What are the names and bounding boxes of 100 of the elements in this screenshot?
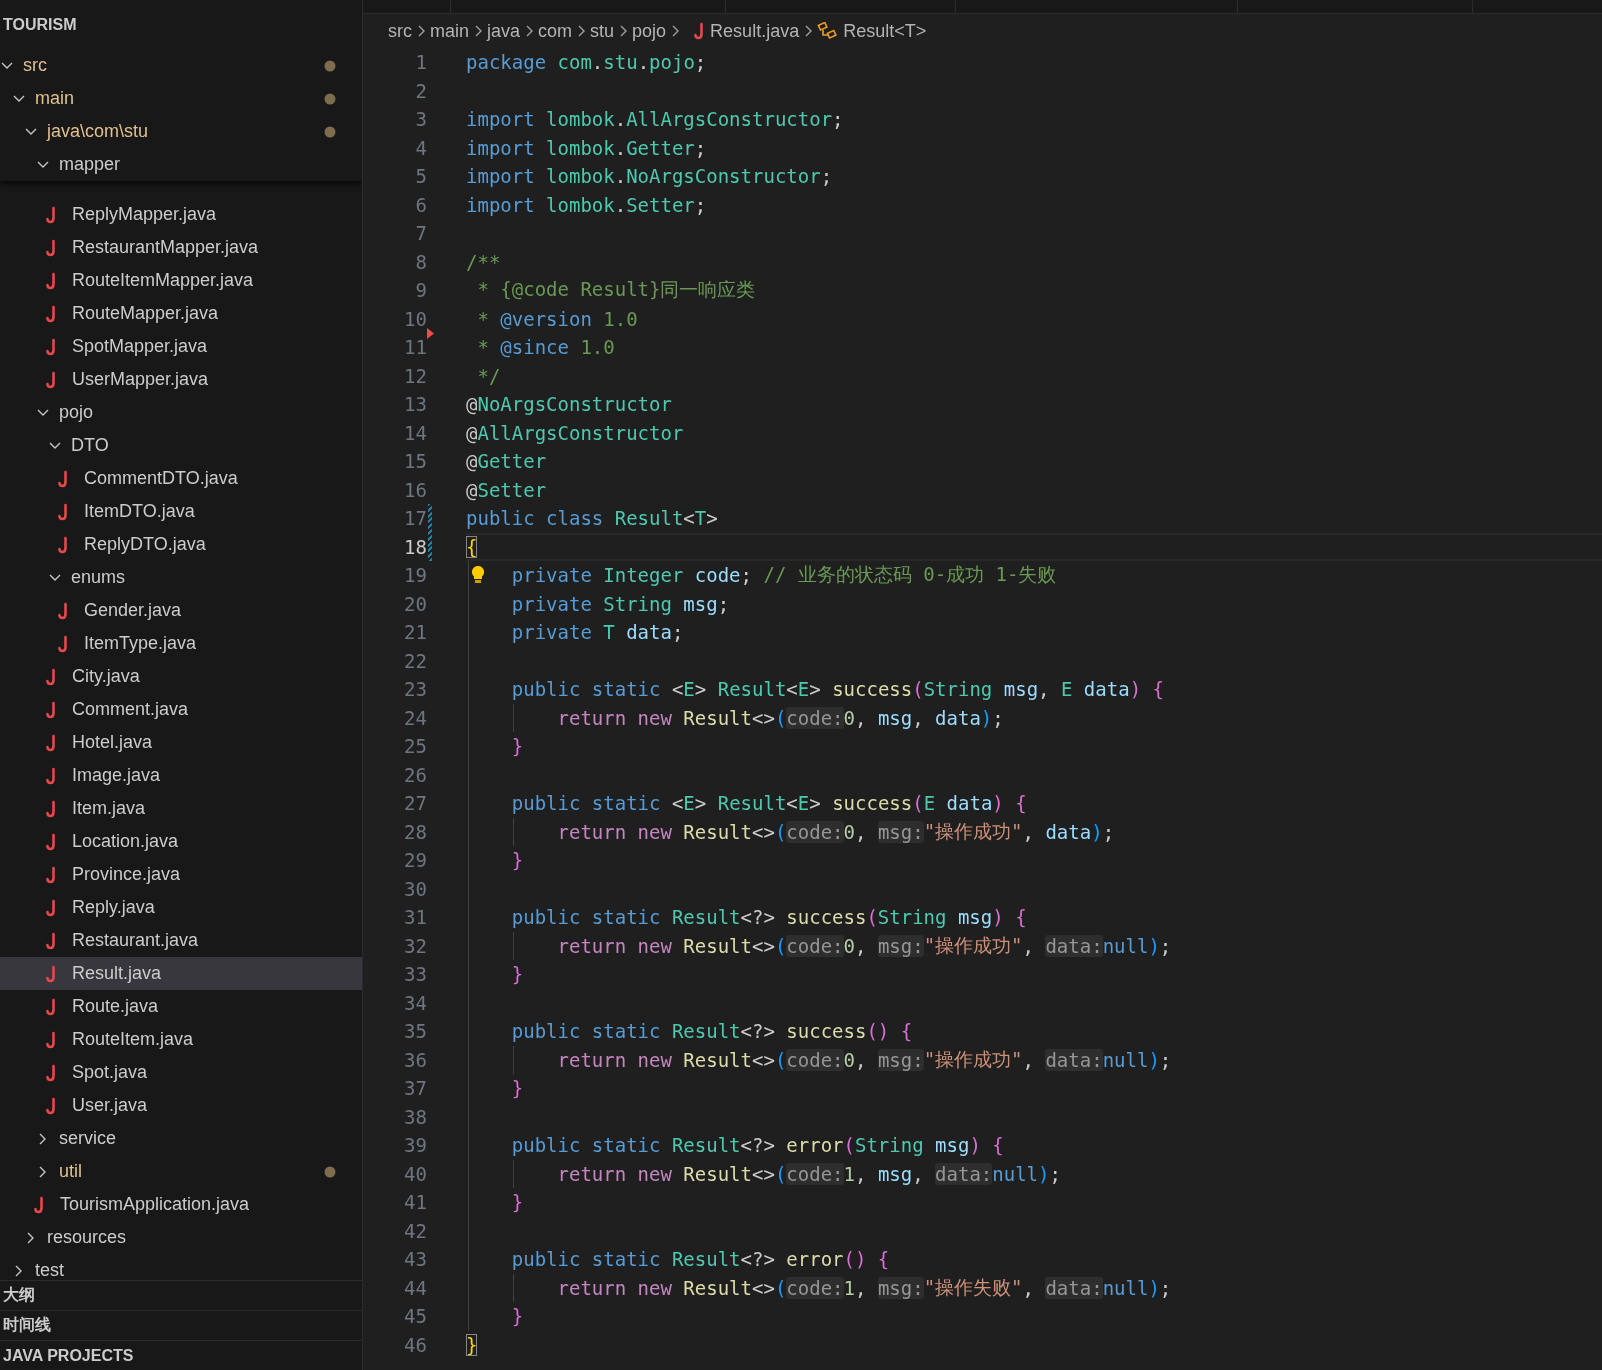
line-number: 2 <box>414 79 427 102</box>
java-file-icon <box>46 304 56 323</box>
tree-item[interactable]: java\com\stu <box>0 115 362 148</box>
tree-item[interactable]: Route.java <box>0 990 362 1023</box>
code-line: } <box>510 1190 525 1216</box>
tree-item[interactable]: TourismApplication.java <box>0 1188 362 1221</box>
tree-item[interactable]: util <box>0 1155 362 1188</box>
tree-item[interactable]: ItemDTO.java <box>0 495 362 528</box>
line-number: 38 <box>403 1105 427 1128</box>
code-line: } <box>510 1076 525 1102</box>
tree-item[interactable]: City.java <box>0 660 362 693</box>
tree-item[interactable]: ItemType.java <box>0 627 362 660</box>
tree-item[interactable]: enums <box>0 561 362 594</box>
java-file-icon <box>58 634 68 653</box>
java-file-icon <box>34 1195 44 1214</box>
java-file-icon <box>58 535 68 554</box>
code-line: public static <E> Result<E> success(String msg, E data) { <box>510 677 1165 703</box>
panel-header[interactable]: 大纲 <box>0 1280 362 1310</box>
line-number: 26 <box>403 763 427 786</box>
java-file-icon <box>58 502 68 521</box>
code-line: return new Result<>(code:0, msg:"操作成功", data:null); <box>466 1045 1602 1074</box>
tree-item[interactable]: User.java <box>0 1089 362 1122</box>
tree-item[interactable]: Location.java <box>0 825 362 858</box>
breadcrumb-item[interactable]: pojo <box>632 20 667 42</box>
tree-item[interactable]: RouteItem.java <box>0 1023 362 1056</box>
tree-item[interactable]: RouteItemMapper.java <box>0 264 362 297</box>
tree-item[interactable]: Province.java <box>0 858 362 891</box>
java-file-icon <box>58 601 68 620</box>
code-line: return new Result<>(code:1, msg:"操作失败", data:null); <box>466 1273 1602 1302</box>
explorer-title: TOURISM <box>2 14 78 35</box>
line-number: 46 <box>403 1333 427 1356</box>
tree-item[interactable]: UserMapper.java <box>0 363 362 396</box>
tree-item[interactable]: Reply.java <box>0 891 362 924</box>
tree-item[interactable]: Comment.java <box>0 693 362 726</box>
tree-item[interactable]: Image.java <box>0 759 362 792</box>
java-file-icon <box>46 766 56 785</box>
breadcrumb-item[interactable]: stu <box>590 20 615 42</box>
code-line: import lombok.AllArgsConstructor; <box>466 107 845 133</box>
breadcrumb-item[interactable]: Result.java <box>694 20 800 42</box>
code-line: public static Result<?> error(String msg) { <box>510 1133 1005 1159</box>
tree-item[interactable]: Spot.java <box>0 1056 362 1089</box>
tree-item[interactable]: mapper <box>0 148 362 181</box>
tree-item[interactable]: Restaurant.java <box>0 924 362 957</box>
java-file-icon <box>46 1063 56 1082</box>
java-file-icon <box>46 733 56 752</box>
tree-item[interactable]: ReplyMapper.java <box>0 198 362 231</box>
tree-item[interactable]: src <box>0 49 362 82</box>
tree-item[interactable]: resources <box>0 1221 362 1254</box>
line-number: 23 <box>403 678 427 701</box>
line-number: 35 <box>403 1020 427 1043</box>
java-file-icon <box>46 931 56 950</box>
java-file-icon <box>58 469 68 488</box>
line-number: 5 <box>414 165 427 188</box>
java-file-icon <box>46 1096 56 1115</box>
tree-item[interactable]: Result.java <box>0 957 362 990</box>
tree-item[interactable]: RestaurantMapper.java <box>0 231 362 264</box>
line-number: 22 <box>403 649 427 672</box>
line-number: 10 <box>403 307 427 330</box>
line-number: 29 <box>403 849 427 872</box>
tree-item[interactable]: main <box>0 82 362 115</box>
tree-item[interactable]: pojo <box>0 396 362 429</box>
code-line: package com.stu.pojo; <box>466 50 708 76</box>
line-number: 31 <box>403 906 427 929</box>
breadcrumb-item[interactable]: src <box>388 20 412 42</box>
code-line: */ <box>476 363 502 389</box>
line-number: 8 <box>414 250 427 273</box>
line-number: 7 <box>414 222 427 245</box>
line-number: 17 <box>403 507 427 530</box>
lightbulb-icon[interactable] <box>470 564 486 586</box>
breadcrumb-item[interactable]: java <box>487 20 521 42</box>
breadcrumb-item[interactable]: main <box>430 20 469 42</box>
code-line: public class Result<T> <box>466 506 719 532</box>
code-line: import lombok.Getter; <box>466 135 708 161</box>
deleted-lines-marker-icon[interactable] <box>427 328 434 339</box>
tree-item[interactable]: Gender.java <box>0 594 362 627</box>
java-file-icon <box>46 1030 56 1049</box>
code-line: @NoArgsConstructor <box>466 392 673 418</box>
panel-header[interactable]: 时间线 <box>0 1310 362 1340</box>
tree-item[interactable]: DTO <box>0 429 362 462</box>
java-file-icon <box>46 667 56 686</box>
breadcrumb-item[interactable]: com <box>538 20 573 42</box>
tree-item[interactable]: ReplyDTO.java <box>0 528 362 561</box>
line-number: 15 <box>403 450 427 473</box>
tree-item[interactable]: test <box>0 1254 362 1280</box>
tree-item[interactable]: Item.java <box>0 792 362 825</box>
line-number: 30 <box>403 877 427 900</box>
tree-item[interactable]: RouteMapper.java <box>0 297 362 330</box>
tree-item[interactable]: Hotel.java <box>0 726 362 759</box>
tree-item[interactable]: CommentDTO.java <box>0 462 362 495</box>
code-line: @Getter <box>466 449 548 475</box>
code-line: /** <box>466 249 502 275</box>
code-line: * {@code Result}同一响应类 <box>476 277 757 303</box>
line-number: 45 <box>403 1305 427 1328</box>
class-symbol-icon <box>817 22 838 40</box>
panel-header[interactable]: JAVA PROJECTS <box>0 1340 362 1370</box>
breadcrumb-item[interactable]: Result<T> <box>817 20 927 42</box>
line-number: 25 <box>403 735 427 758</box>
tree-item[interactable]: service <box>0 1122 362 1155</box>
line-number: 43 <box>403 1248 427 1271</box>
tree-item[interactable]: SpotMapper.java <box>0 330 362 363</box>
